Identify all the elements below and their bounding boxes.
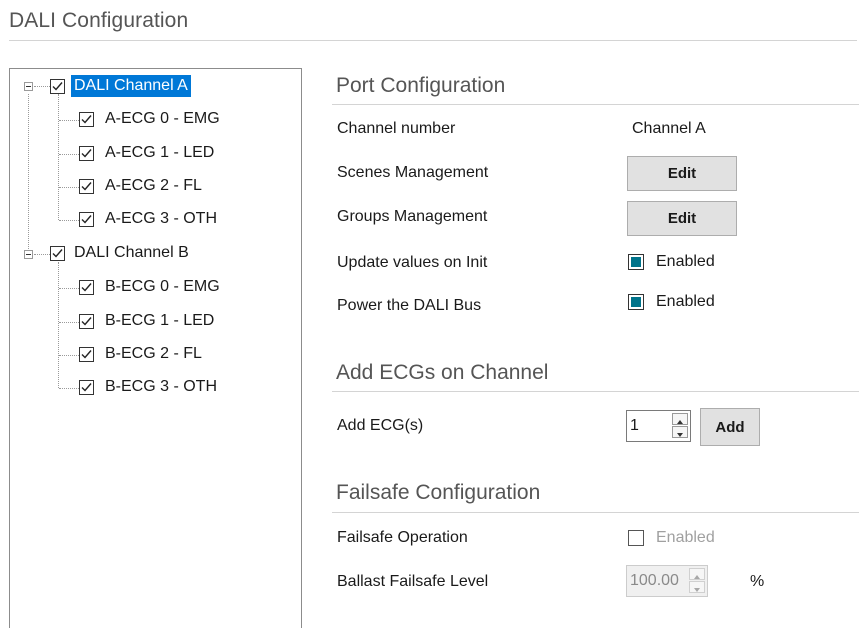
- stepper-down-button[interactable]: [689, 581, 705, 593]
- checkmark-icon: [81, 350, 92, 359]
- collapse-icon[interactable]: [24, 82, 33, 91]
- tree-item-channel-b[interactable]: DALI Channel B: [71, 242, 192, 264]
- checkmark-icon: [81, 383, 92, 392]
- ecg-checkbox[interactable]: [79, 314, 94, 329]
- checkmark-icon: [81, 215, 92, 224]
- arrow-down-icon: [677, 433, 683, 437]
- update-values-checkbox[interactable]: [628, 254, 644, 270]
- ecg-checkbox[interactable]: [79, 146, 94, 161]
- tree-connector: [59, 187, 79, 188]
- tree-connector: [59, 220, 79, 221]
- tree-item-ecg[interactable]: B-ECG 1 - LED: [102, 310, 217, 332]
- groups-management-label: Groups Management: [337, 208, 488, 225]
- arrow-down-icon: [694, 588, 700, 592]
- tree-connector: [58, 94, 59, 220]
- tree-item-ecg[interactable]: B-ECG 0 - EMG: [102, 276, 223, 298]
- ecg-checkbox[interactable]: [79, 212, 94, 227]
- add-ecg-button[interactable]: Add: [700, 408, 760, 446]
- tree-connector: [34, 254, 50, 255]
- failsafe-operation-checkbox[interactable]: [628, 530, 644, 546]
- tree-connector: [59, 322, 79, 323]
- section-title-add-ecgs: Add ECGs on Channel: [336, 361, 549, 384]
- channel-tree[interactable]: DALI Channel A A-ECG 0 - EMG A-ECG 1 - L…: [9, 68, 302, 628]
- stepper-buttons[interactable]: [689, 568, 705, 594]
- collapse-icon[interactable]: [24, 250, 33, 259]
- tree-connector: [59, 288, 79, 289]
- checkmark-icon: [52, 249, 63, 258]
- stepper-buttons[interactable]: [672, 413, 688, 439]
- power-dali-bus-enabled-text: Enabled: [656, 293, 715, 310]
- tree-item-ecg[interactable]: A-ECG 1 - LED: [102, 142, 217, 164]
- tree-connector: [28, 94, 29, 259]
- groups-edit-button[interactable]: Edit: [627, 201, 737, 236]
- title-divider: [9, 40, 857, 41]
- scenes-management-label: Scenes Management: [337, 164, 489, 181]
- section-divider: [332, 512, 859, 513]
- checkmark-icon: [81, 115, 92, 124]
- stepper-up-button[interactable]: [689, 568, 705, 580]
- power-dali-bus-checkbox[interactable]: [628, 294, 644, 310]
- ecg-checkbox[interactable]: [79, 280, 94, 295]
- tree-item-ecg[interactable]: A-ECG 0 - EMG: [102, 108, 223, 130]
- tree-connector: [59, 154, 79, 155]
- tree-connector: [59, 388, 79, 389]
- checkmark-icon: [81, 317, 92, 326]
- tree-item-ecg[interactable]: B-ECG 2 - FL: [102, 343, 205, 365]
- page-title: DALI Configuration: [9, 9, 189, 32]
- channel-number-label: Channel number: [337, 120, 456, 137]
- channel-b-checkbox[interactable]: [50, 246, 65, 261]
- tree-connector: [59, 120, 79, 121]
- update-values-label: Update values on Init: [337, 254, 488, 271]
- tree-connector: [58, 262, 59, 388]
- percent-unit: %: [750, 573, 765, 590]
- checkmark-icon: [81, 182, 92, 191]
- section-title-failsafe: Failsafe Configuration: [336, 481, 541, 504]
- channel-a-checkbox[interactable]: [50, 79, 65, 94]
- section-title-port-configuration: Port Configuration: [336, 74, 506, 97]
- tree-item-ecg[interactable]: A-ECG 3 - OTH: [102, 208, 220, 230]
- checkmark-icon: [52, 82, 63, 91]
- ecg-checkbox[interactable]: [79, 179, 94, 194]
- checkmark-icon: [81, 283, 92, 292]
- ecg-checkbox[interactable]: [79, 112, 94, 127]
- tree-connector: [34, 86, 50, 87]
- update-values-enabled-text: Enabled: [656, 253, 715, 270]
- section-divider: [332, 391, 859, 392]
- tree-item-ecg[interactable]: B-ECG 3 - OTH: [102, 376, 220, 398]
- ballast-failsafe-level-label: Ballast Failsafe Level: [337, 573, 489, 590]
- ballast-failsafe-level-stepper[interactable]: [626, 565, 708, 597]
- add-ecgs-label: Add ECG(s): [337, 417, 424, 434]
- power-dali-bus-label: Power the DALI Bus: [337, 297, 482, 314]
- ecg-checkbox[interactable]: [79, 347, 94, 362]
- add-ecgs-stepper[interactable]: [626, 410, 691, 442]
- stepper-up-button[interactable]: [672, 413, 688, 425]
- tree-connector: [59, 355, 79, 356]
- failsafe-enabled-text: Enabled: [656, 529, 715, 546]
- scenes-edit-button[interactable]: Edit: [627, 156, 737, 191]
- ecg-checkbox[interactable]: [79, 380, 94, 395]
- checkmark-icon: [81, 149, 92, 158]
- tree-item-channel-a[interactable]: DALI Channel A: [71, 75, 191, 97]
- failsafe-operation-label: Failsafe Operation: [337, 529, 468, 546]
- section-divider: [332, 104, 859, 105]
- tree-item-ecg[interactable]: A-ECG 2 - FL: [102, 175, 205, 197]
- channel-number-value: Channel A: [632, 120, 706, 137]
- ballast-failsafe-level-input[interactable]: [630, 566, 680, 596]
- stepper-down-button[interactable]: [672, 426, 688, 438]
